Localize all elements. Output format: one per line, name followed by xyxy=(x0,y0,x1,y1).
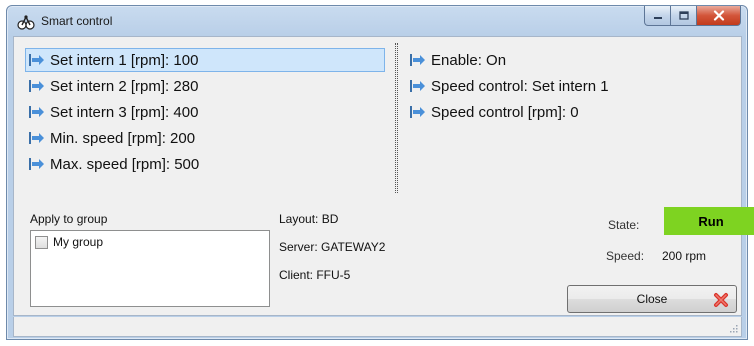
minimize-icon xyxy=(653,16,662,19)
apply-to-group-label: Apply to group xyxy=(30,212,108,226)
group-item-label: My group xyxy=(53,235,104,249)
arrow-right-icon xyxy=(29,158,44,170)
arrow-right-icon xyxy=(29,106,44,118)
arrow-right-icon xyxy=(410,54,425,66)
arrow-right-icon xyxy=(29,80,44,92)
group-checkbox[interactable] xyxy=(35,235,48,249)
arrow-right-icon xyxy=(410,106,425,118)
list-item[interactable]: Max. speed [rpm]: 500 xyxy=(26,152,391,176)
parameter-list: Set intern 1 [rpm]: 100 Set intern 2 [rp… xyxy=(25,48,391,178)
splitter[interactable] xyxy=(395,43,398,193)
resize-grip-icon[interactable] xyxy=(728,323,738,333)
title-bar[interactable]: Smart control xyxy=(7,6,747,36)
status-list: Enable: On Speed control: Set intern 1 S… xyxy=(407,48,609,126)
window-client-area: Set intern 1 [rpm]: 100 Set intern 2 [rp… xyxy=(13,36,754,316)
close-button[interactable]: Close xyxy=(567,285,737,313)
state-value: Run xyxy=(698,213,724,229)
maximize-icon xyxy=(678,11,689,20)
state-label: State: xyxy=(608,218,640,232)
parameter-label: Max. speed [rpm]: 500 xyxy=(50,155,200,173)
window-title: Smart control xyxy=(41,14,113,28)
arrow-right-icon xyxy=(410,80,425,92)
close-button-label: Close xyxy=(636,292,668,306)
close-icon xyxy=(713,10,724,21)
list-item[interactable]: Set intern 3 [rpm]: 400 xyxy=(26,100,391,124)
status-label: Speed control: Set intern 1 xyxy=(431,77,609,95)
layout-info: Layout: BD xyxy=(279,212,339,226)
client-info: Client: FFU-5 xyxy=(279,268,351,282)
parameter-label: Set intern 3 [rpm]: 400 xyxy=(50,103,199,121)
state-badge: Run xyxy=(664,207,754,235)
list-item[interactable]: Min. speed [rpm]: 200 xyxy=(26,126,391,150)
parameter-label: Min. speed [rpm]: 200 xyxy=(50,129,196,147)
list-item[interactable]: Speed control: Set intern 1 xyxy=(407,74,609,98)
list-item[interactable]: Set intern 1 [rpm]: 100 xyxy=(25,48,385,72)
fan-icon xyxy=(17,15,35,30)
list-item[interactable]: Speed control [rpm]: 0 xyxy=(407,100,609,124)
window-close-button[interactable] xyxy=(697,6,741,26)
list-item[interactable]: Set intern 2 [rpm]: 280 xyxy=(26,74,391,98)
arrow-right-icon xyxy=(29,132,44,144)
speed-label: Speed: xyxy=(606,249,645,263)
arrow-right-icon xyxy=(29,54,44,66)
list-item[interactable]: Enable: On xyxy=(407,48,609,72)
smart-control-window: Smart control Set intern 1 [rpm]: 100 Se… xyxy=(6,5,754,340)
parameter-label: Set intern 2 [rpm]: 280 xyxy=(50,77,199,95)
minimize-button[interactable] xyxy=(644,6,671,26)
group-item[interactable]: My group xyxy=(35,235,103,249)
server-info: Server: GATEWAY2 xyxy=(279,240,386,254)
red-x-icon xyxy=(714,293,728,307)
status-label: Enable: On xyxy=(431,51,507,69)
maximize-button[interactable] xyxy=(671,6,697,26)
parameter-label: Set intern 1 [rpm]: 100 xyxy=(50,51,199,69)
group-list[interactable]: My group xyxy=(30,230,270,307)
window-controls xyxy=(644,6,741,26)
speed-value: 200 rpm xyxy=(662,249,707,263)
status-label: Speed control [rpm]: 0 xyxy=(431,103,579,121)
status-bar xyxy=(13,317,742,337)
